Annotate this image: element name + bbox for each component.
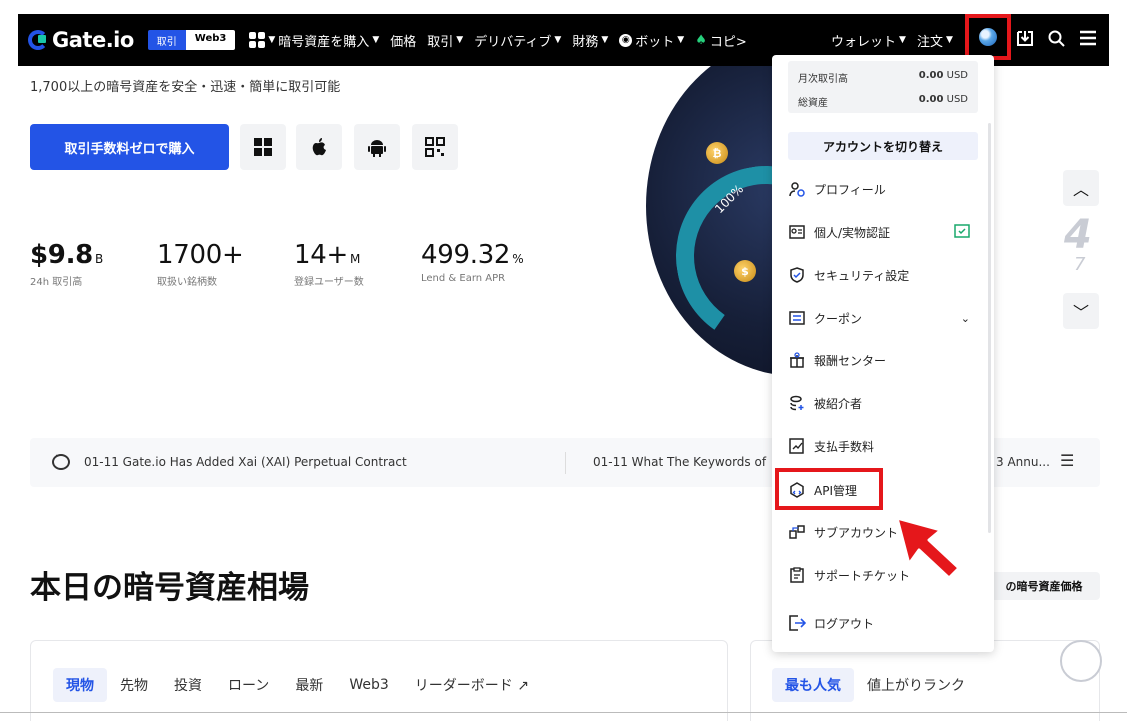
- nav-prices[interactable]: 価格: [390, 31, 416, 50]
- announcement-1[interactable]: 01-11 Gate.io Has Added Xai (XAI) Perpet…: [84, 455, 407, 469]
- stat-users: 14+ M 登録ユーザー数: [294, 240, 364, 288]
- market-tabs: 現物 先物 投資 ローン 最新 Web3 リーダーボード ↗: [53, 668, 542, 702]
- coupon-icon: [788, 309, 806, 327]
- api-highlight-box: [775, 468, 883, 510]
- android-icon: [368, 140, 386, 157]
- apps-grid-icon[interactable]: [249, 32, 266, 48]
- chat-bubble-icon: [52, 451, 70, 470]
- chevron-down-icon: ▼: [268, 35, 276, 45]
- chevron-down-icon[interactable]: ⌄: [961, 312, 970, 325]
- search-icon[interactable]: [1044, 26, 1068, 50]
- mode-web3-tab[interactable]: Web3: [185, 30, 236, 50]
- menu-item-profile[interactable]: プロフィール: [788, 174, 980, 204]
- hero-illustration: ₿ $ 100%: [646, 66, 786, 382]
- profile-icon: [788, 180, 806, 198]
- qr-code-button[interactable]: [412, 124, 458, 170]
- buy-zero-fee-button[interactable]: 取引手数料ゼロで購入: [30, 124, 229, 170]
- menu-item-coupon[interactable]: クーポン ⌄: [788, 303, 980, 333]
- market-title: 本日の暗号資産相場: [30, 570, 309, 606]
- referral-icon: [788, 394, 806, 412]
- download-icon[interactable]: [1013, 26, 1037, 50]
- ticket-icon: [788, 566, 806, 584]
- verified-badge-icon: [954, 223, 970, 241]
- stat-volume: $9.8 B 24h 取引高: [30, 240, 103, 288]
- nav-copy[interactable]: ♠ コピ>: [695, 31, 747, 50]
- logo-text: Gate.io: [52, 28, 134, 52]
- account-summary: 月次取引高 0.00 USD 総資産 0.00 USD: [788, 61, 978, 113]
- carousel-up-button[interactable]: ︿: [1063, 170, 1099, 206]
- mode-trade-tab[interactable]: 取引: [147, 30, 186, 50]
- stat-coins: 1700+ 取扱い銘柄数: [157, 240, 244, 288]
- hero-subtitle: 1,700以上の暗号資産を安全・迅速・簡単に取引可能: [30, 80, 341, 95]
- mode-switch[interactable]: 取引 Web3: [147, 30, 236, 50]
- menu-item-security[interactable]: セキュリティ設定: [788, 260, 980, 290]
- tab-web3[interactable]: Web3: [336, 668, 401, 702]
- announcement-2[interactable]: 01-11 What The Keywords of: [593, 455, 766, 469]
- gate-logo[interactable]: Gate.io: [28, 28, 134, 52]
- carousel-index: 4: [1064, 212, 1092, 258]
- apple-icon: [312, 138, 326, 156]
- nav-wallet[interactable]: ウォレット ▼: [831, 31, 906, 50]
- support-bot-icon[interactable]: [1060, 640, 1102, 682]
- sub-account-icon: [788, 523, 806, 541]
- nav-bot[interactable]: ◉ ボット ▼: [619, 31, 684, 50]
- qr-code-icon: [425, 137, 445, 157]
- dropdown-scrollbar[interactable]: [988, 123, 991, 533]
- nav-trade[interactable]: 取引 ▼: [427, 31, 463, 50]
- menu-item-identity[interactable]: 個人/実物認証: [788, 217, 980, 247]
- tab-futures[interactable]: 先物: [107, 668, 161, 702]
- menu-divider: [788, 654, 978, 655]
- windows-icon: [254, 138, 272, 156]
- carousel-down-button[interactable]: ﹀: [1063, 293, 1099, 329]
- globe-avatar-icon: [979, 28, 997, 46]
- menu-item-referrals[interactable]: 被紹介者: [788, 388, 980, 418]
- id-card-icon: [788, 223, 806, 241]
- logout-icon: [788, 614, 806, 632]
- menu-item-logout[interactable]: ログアウト: [788, 608, 980, 638]
- nav-derivatives[interactable]: デリバティブ ▼: [474, 31, 561, 50]
- windows-download-button[interactable]: [240, 124, 286, 170]
- menu-icon[interactable]: [1076, 26, 1100, 50]
- announcement-3[interactable]: 3 Annu...: [996, 455, 1050, 469]
- carousel-total: 7: [1074, 254, 1086, 275]
- stat-apr: 499.32% Lend & Earn APR: [421, 240, 524, 284]
- flame-icon: ♠: [695, 32, 707, 48]
- bitcoin-coin-icon: ₿: [706, 142, 728, 164]
- apple-download-button[interactable]: [296, 124, 342, 170]
- tab-top-gainers[interactable]: 値上がりランク: [854, 668, 978, 702]
- account-avatar-button[interactable]: [965, 14, 1011, 60]
- fee-icon: [788, 437, 806, 455]
- shield-icon: [788, 266, 806, 284]
- tab-invest[interactable]: 投資: [161, 668, 215, 702]
- total-assets-row: 総資産 0.00 USD: [798, 94, 968, 109]
- list-icon[interactable]: ☰: [1060, 451, 1074, 470]
- crypto-prices-link[interactable]: の暗号資産価格: [988, 572, 1100, 600]
- gate-logo-icon: [28, 30, 48, 50]
- gift-icon: [788, 351, 806, 369]
- dollar-coin-icon: $: [734, 260, 756, 282]
- menu-item-rewards[interactable]: 報酬センター: [788, 345, 980, 375]
- nav-buy-crypto[interactable]: 暗号資産を購入 ▼: [278, 31, 379, 50]
- announcement-divider: [565, 452, 566, 474]
- red-pointer-arrow-icon: [895, 516, 961, 580]
- switch-account-button[interactable]: アカウントを切り替え: [788, 132, 978, 160]
- tab-spot[interactable]: 現物: [53, 668, 107, 702]
- nav-finance[interactable]: 財務 ▼: [572, 31, 608, 50]
- android-download-button[interactable]: [354, 124, 400, 170]
- tab-leaderboard[interactable]: リーダーボード ↗: [402, 668, 542, 702]
- monthly-volume-row: 月次取引高 0.00 USD: [798, 70, 968, 85]
- menu-item-fees[interactable]: 支払手数料: [788, 431, 980, 461]
- tab-new[interactable]: 最新: [282, 668, 336, 702]
- bot-icon: ◉: [619, 33, 633, 47]
- tab-most-popular[interactable]: 最も人気: [772, 668, 854, 702]
- ranking-tabs: 最も人気 値上がりランク: [772, 668, 978, 702]
- tab-loan[interactable]: ローン: [215, 668, 282, 702]
- nav-orders[interactable]: 注文 ▼: [917, 31, 953, 50]
- page-bottom-divider: [0, 712, 1127, 713]
